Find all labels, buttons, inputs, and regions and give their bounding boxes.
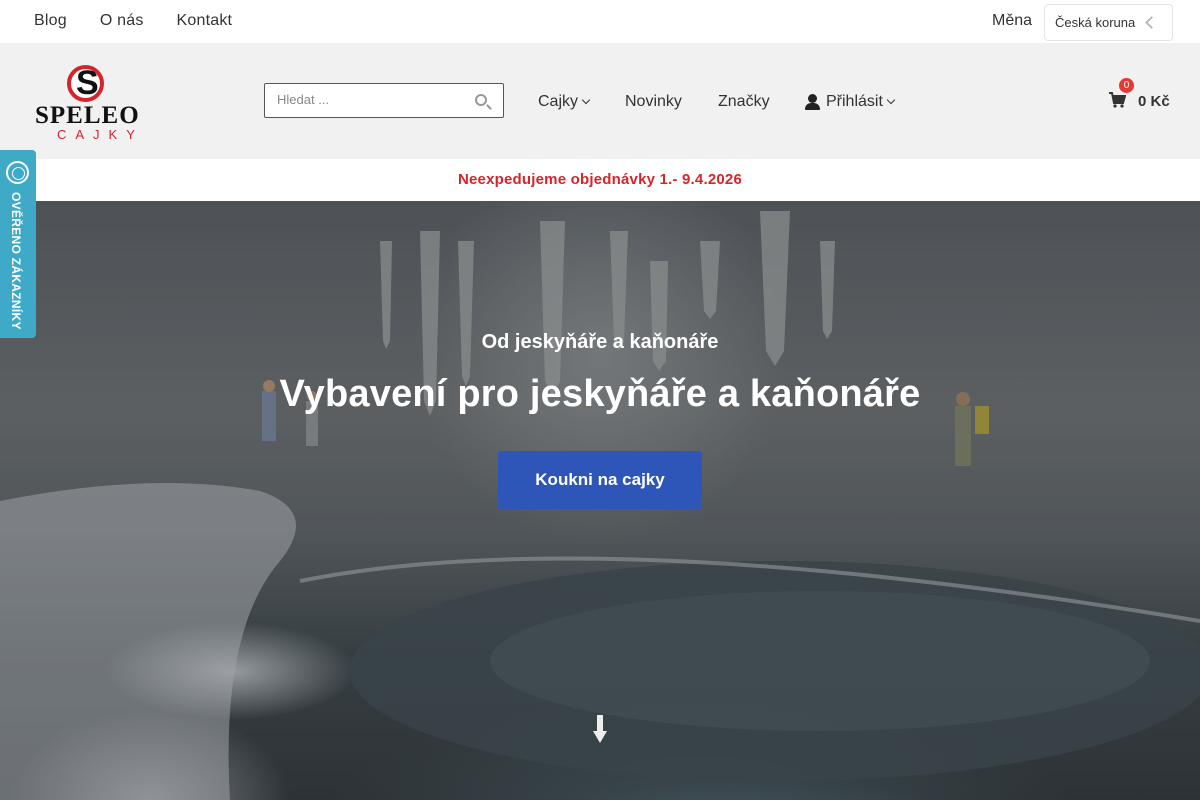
cart-total: 0 Kč (1138, 93, 1170, 110)
logo-text-sub: CAJKY (57, 127, 144, 142)
verified-customers-badge[interactable]: OVĚŘENO ZÁKAZNÍKY (0, 150, 36, 338)
nav-item-novinky[interactable]: Novinky (625, 93, 682, 111)
notice-text: Neexpedujeme objednávky 1.- 9.4.2026 (457, 171, 742, 188)
top-bar: Blog O nás Kontakt Měna Česká koruna (0, 0, 1200, 43)
nav-item-login[interactable]: Přihlásit (804, 93, 896, 111)
chevron-left-icon (1145, 16, 1158, 29)
blog-link[interactable]: Blog (34, 12, 67, 30)
currency-value: Česká koruna (1055, 15, 1136, 30)
main-header: S SPELEO CAJKY Cajky Novinky Značky Přih… (0, 43, 1200, 159)
seal-icon (6, 161, 29, 184)
currency-label: Měna (992, 12, 1033, 29)
nav-item-znacky[interactable]: Značky (718, 93, 770, 111)
logo-text-main: SPELEO (35, 102, 140, 129)
currency-select[interactable]: Česká koruna (1044, 4, 1173, 41)
hero-cta-button[interactable]: Koukni na cajky (498, 451, 702, 509)
nav-item-cajky[interactable]: Cajky (538, 93, 591, 111)
hero-title: Vybavení pro jeskyňáře a kaňonáře (279, 373, 921, 415)
site-logo[interactable]: S SPELEO CAJKY (30, 61, 150, 142)
search-icon[interactable] (475, 94, 487, 106)
search-box (264, 83, 504, 118)
user-icon (804, 94, 821, 110)
verified-badge-text: OVĚŘENO ZÁKAZNÍKY (9, 192, 23, 330)
notice-bar: Neexpedujeme objednávky 1.- 9.4.2026 (0, 159, 1200, 201)
search-input[interactable] (277, 92, 457, 107)
nav-item-label: Novinky (625, 93, 682, 110)
logo-initial: S (76, 64, 99, 102)
nav-item-label: Přihlásit (826, 93, 883, 110)
chevron-down-icon (581, 95, 591, 105)
nav-item-label: Cajky (538, 93, 579, 110)
hero-banner: Od jeskyňáře a kaňonáře Vybavení pro jes… (0, 201, 1200, 800)
top-links: Blog O nás Kontakt (34, 12, 265, 30)
cart-icon (1109, 92, 1126, 108)
chevron-down-icon (886, 95, 896, 105)
hero-subtitle: Od jeskyňáře a kaňonáře (481, 331, 719, 353)
contact-link[interactable]: Kontakt (177, 12, 233, 30)
nav-item-label: Značky (718, 93, 770, 110)
arrow-down-icon[interactable] (593, 715, 607, 743)
cart-count-badge: 0 (1119, 78, 1134, 93)
about-link[interactable]: O nás (100, 12, 144, 30)
